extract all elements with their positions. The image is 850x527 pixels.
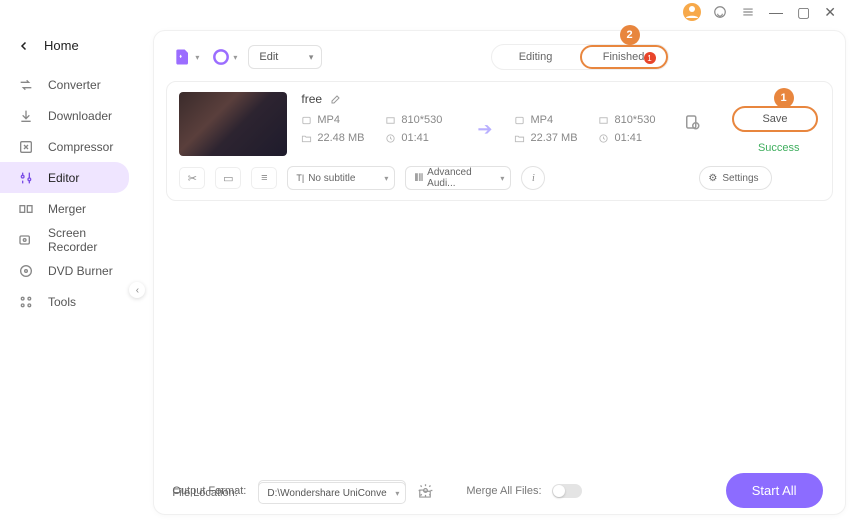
- download-icon: [18, 108, 34, 124]
- sidebar-item-label: DVD Burner: [48, 264, 113, 278]
- edit-title-icon[interactable]: [330, 93, 342, 105]
- dimensions-icon: [385, 115, 396, 126]
- compress-icon: [18, 139, 34, 155]
- add-url-button[interactable]: ▾: [210, 43, 238, 71]
- file-card: free MP4 810*530 22.48 MB: [166, 81, 832, 201]
- segmented-tabs: 2 Editing Finished 1: [491, 44, 669, 70]
- gear-icon: ⚙: [708, 173, 717, 184]
- window-close[interactable]: ✕: [822, 4, 838, 21]
- dst-format: MP4: [514, 114, 584, 126]
- window-maximize[interactable]: ▢: [795, 4, 812, 21]
- sidebar-item-editor[interactable]: Editor: [0, 162, 129, 193]
- sidebar-item-label: Converter: [48, 78, 101, 92]
- tools-icon: [18, 294, 34, 310]
- add-file-button[interactable]: ▾: [172, 43, 200, 71]
- sidebar-item-label: Tools: [48, 295, 76, 309]
- file-location-select[interactable]: D:\Wondershare UniConverter 1: [258, 482, 406, 504]
- window-minimize[interactable]: —: [767, 4, 785, 20]
- audio-label: Advanced Audi...: [427, 167, 490, 189]
- sidebar-item-dvd-burner[interactable]: DVD Burner: [0, 255, 129, 286]
- src-format: MP4: [301, 114, 371, 126]
- sidebar-item-label: Editor: [48, 171, 79, 185]
- status-success: Success: [758, 142, 800, 154]
- sidebar-item-compressor[interactable]: Compressor: [0, 131, 129, 162]
- callout-badge-1: 1: [774, 88, 794, 108]
- subtitle-select[interactable]: T|No subtitle: [287, 166, 395, 190]
- sidebar-item-label: Screen Recorder: [48, 226, 113, 254]
- src-resolution: 810*530: [385, 114, 455, 126]
- dst-resolution: 810*530: [598, 114, 668, 126]
- merge-toggle[interactable]: [552, 484, 582, 498]
- cut-button[interactable]: ✂: [179, 167, 205, 189]
- tab-editing[interactable]: Editing: [492, 45, 580, 69]
- menu-icon[interactable]: [739, 3, 757, 21]
- editor-icon: [18, 170, 34, 186]
- file-settings-button[interactable]: ⚙ Settings: [699, 166, 771, 190]
- tab-finished[interactable]: Finished 1: [580, 45, 668, 69]
- sidebar-home[interactable]: Home: [0, 32, 137, 69]
- film-icon: [514, 115, 525, 126]
- audio-select[interactable]: ⦀⦀Advanced Audi...: [405, 166, 511, 190]
- clock-icon: [385, 133, 396, 144]
- sidebar-home-label: Home: [44, 38, 79, 53]
- crop-button[interactable]: ▭: [215, 167, 241, 189]
- clock-icon: [598, 133, 609, 144]
- edit-mode-label: Edit: [259, 51, 278, 63]
- film-icon: [301, 115, 312, 126]
- save-button[interactable]: 1 Save: [732, 106, 817, 132]
- avatar-icon[interactable]: [683, 3, 701, 21]
- sidebar-item-tools[interactable]: Tools: [0, 286, 129, 317]
- sidebar-item-downloader[interactable]: Downloader: [0, 100, 129, 131]
- disc-icon: [18, 263, 34, 279]
- sidebar-item-converter[interactable]: Converter: [0, 69, 129, 100]
- chevron-left-icon: [18, 40, 30, 52]
- sidebar-item-label: Merger: [48, 202, 86, 216]
- sidebar-item-label: Compressor: [48, 140, 113, 154]
- dst-size: 22.37 MB: [514, 132, 584, 144]
- sidebar-item-merger[interactable]: Merger: [0, 193, 129, 224]
- merge-icon: [18, 201, 34, 217]
- file-title: free: [301, 92, 322, 106]
- dst-duration: 01:41: [598, 132, 668, 144]
- file-location-label: File Location:: [172, 487, 248, 499]
- record-icon: [18, 232, 34, 248]
- info-button[interactable]: i: [521, 166, 545, 190]
- arrow-icon: ➔: [473, 119, 496, 140]
- subtitle-label: No subtitle: [308, 173, 355, 184]
- edit-mode-select[interactable]: Edit: [248, 45, 322, 69]
- dimensions-icon: [598, 115, 609, 126]
- converter-icon: [18, 77, 34, 93]
- src-size: 22.48 MB: [301, 132, 371, 144]
- video-thumbnail[interactable]: [179, 92, 287, 156]
- save-button-label: Save: [762, 113, 787, 125]
- support-icon[interactable]: [711, 3, 729, 21]
- open-folder-icon[interactable]: [416, 484, 434, 502]
- folder-icon: [301, 133, 312, 144]
- sidebar-item-screen-recorder[interactable]: Screen Recorder: [0, 224, 129, 255]
- sidebar-item-label: Downloader: [48, 109, 112, 123]
- file-options-icon[interactable]: [682, 112, 702, 132]
- folder-icon: [514, 133, 525, 144]
- finished-count-badge: 1: [644, 52, 656, 64]
- effects-button[interactable]: ≡: [251, 167, 277, 189]
- src-duration: 01:41: [385, 132, 455, 144]
- callout-badge-2: 2: [620, 25, 640, 45]
- sidebar: Home Converter Downloader Compressor Edi…: [0, 24, 137, 527]
- settings-label: Settings: [722, 173, 758, 184]
